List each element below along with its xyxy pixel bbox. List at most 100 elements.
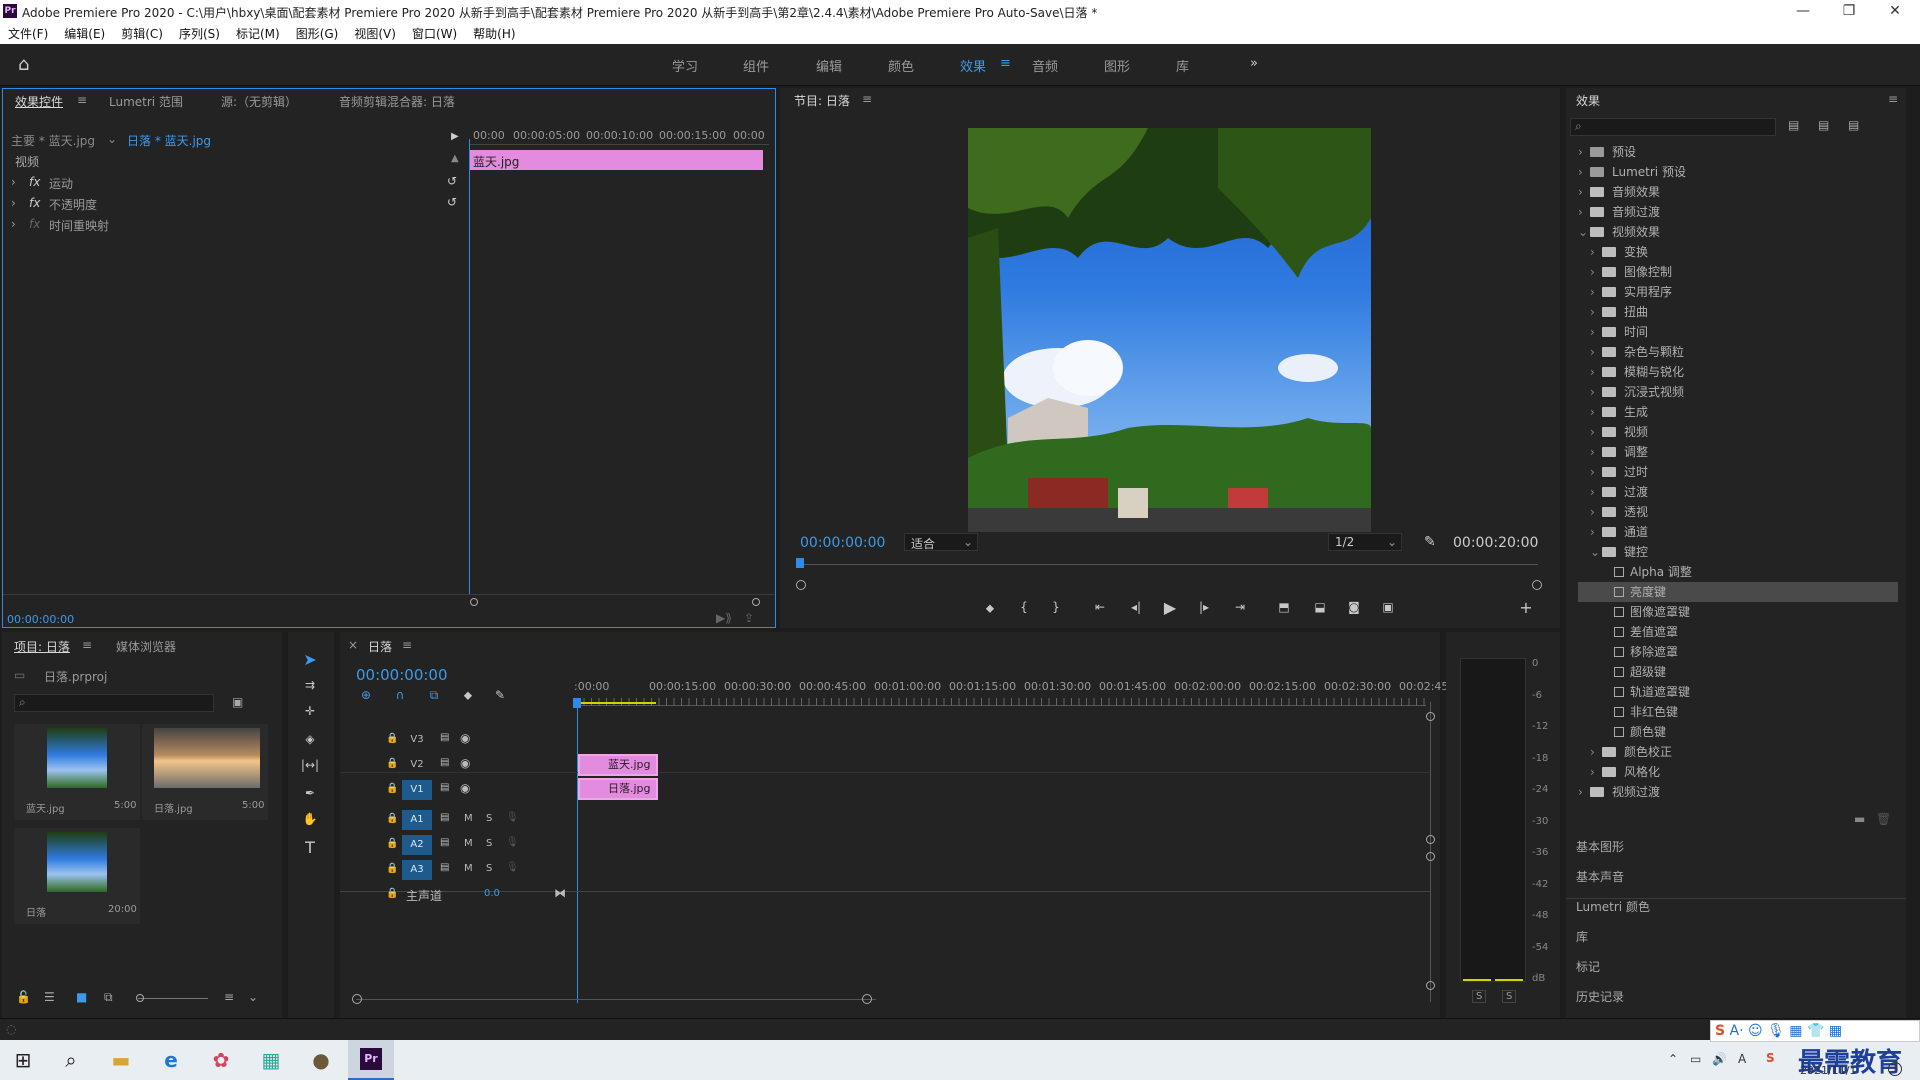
panel-essential-sound[interactable]: 基本声音 [1576, 868, 1624, 885]
expand-arrow-icon[interactable]: › [1590, 442, 1602, 462]
timeline-timecode[interactable]: 00:00:00:00 [356, 666, 448, 684]
expand-arrow-icon[interactable]: › [1590, 342, 1602, 362]
expand-arrow-icon[interactable]: › [11, 175, 16, 189]
horizontal-scrollbar[interactable] [356, 999, 876, 1000]
effects-tree-item[interactable]: 图像遮罩键 [1578, 602, 1898, 622]
program-title[interactable]: 节目: 日落 [794, 92, 850, 109]
extract-icon[interactable]: ⬓ [1310, 600, 1330, 614]
effects-tree-item[interactable]: › 实用程序 [1578, 282, 1898, 302]
sync-lock-icon[interactable]: ▤ [440, 782, 449, 793]
list-view-icon[interactable]: ☰ [44, 990, 55, 1004]
workspace-effects[interactable]: 效果 [960, 56, 986, 75]
effects-tree-item[interactable]: › 视频 [1578, 422, 1898, 442]
workspace-color[interactable]: 颜色 [888, 56, 914, 75]
effects-tree-item[interactable]: › 沉浸式视频 [1578, 382, 1898, 402]
effects-tree-item[interactable]: 亮度键 [1578, 582, 1898, 602]
volume-icon[interactable]: 🔊 [1712, 1052, 1727, 1066]
sogou-ime-icon[interactable]: S [1715, 1023, 1725, 1039]
selection-tool-icon[interactable]: ➤ [300, 650, 320, 669]
search-icon[interactable]: ⌕ [48, 1040, 94, 1080]
zoom-handle-icon[interactable] [752, 598, 760, 606]
notification-count[interactable]: 3 [1888, 1062, 1902, 1076]
lift-icon[interactable]: ⬒ [1274, 600, 1294, 614]
solo-button[interactable]: S [486, 863, 492, 874]
expand-arrow-icon[interactable]: › [1590, 382, 1602, 402]
eye-icon[interactable]: ◉ [460, 781, 470, 795]
tab-audio-clip-mixer[interactable]: 音频剪辑混合器: 日落 [339, 93, 455, 110]
expand-arrow-icon[interactable]: › [1578, 202, 1590, 222]
snap-icon[interactable]: ∩ [390, 688, 410, 702]
app-icon[interactable]: ✿ [198, 1040, 244, 1080]
app-icon[interactable]: ● [298, 1040, 344, 1080]
panel-essential-graphics[interactable]: 基本图形 [1576, 838, 1624, 855]
program-video-frame[interactable] [968, 128, 1371, 532]
effects-tree-item[interactable]: 超级键 [1578, 662, 1898, 682]
mark-out-icon[interactable]: } [1046, 600, 1066, 614]
taskbar-date[interactable]: 2021/11/1 [1800, 1064, 1856, 1077]
scroll-handle-icon[interactable] [1426, 835, 1435, 844]
delete-icon[interactable]: 🗑 [1876, 812, 1891, 826]
effects-tree-item[interactable]: › 过时 [1578, 462, 1898, 482]
new-bin-icon[interactable]: ▣ [232, 695, 243, 709]
expand-arrow-icon[interactable]: › [1578, 782, 1590, 802]
panel-menu-icon[interactable]: ≡ [402, 638, 412, 652]
timeline-title[interactable]: 日落 [368, 638, 392, 655]
track-lock-icon[interactable]: 🔒 [386, 758, 398, 769]
master-value[interactable]: 0.0 [484, 888, 500, 899]
mic-icon[interactable]: 🎙 [506, 862, 519, 873]
solo-button[interactable]: S [486, 838, 492, 849]
effects-tree-item[interactable]: › 颜色校正 [1578, 742, 1898, 762]
workspace-graphics[interactable]: 图形 [1104, 56, 1130, 75]
expand-arrow-icon[interactable]: › [1590, 242, 1602, 262]
timeline-playhead[interactable] [577, 698, 578, 1003]
solo-button[interactable]: S [486, 813, 492, 824]
panel-history[interactable]: 历史记录 [1576, 988, 1624, 1005]
track-label[interactable]: A1 [402, 810, 432, 830]
windows-start-icon[interactable]: ⊞ [0, 1040, 46, 1080]
panel-menu-icon[interactable]: ≡ [862, 92, 872, 106]
sync-lock-icon[interactable]: ▤ [440, 812, 449, 823]
tab-menu-icon[interactable]: ≡ [77, 93, 87, 107]
expand-arrow-icon[interactable]: › [1590, 742, 1602, 762]
play-icon[interactable]: ▶ [1160, 598, 1180, 617]
effects-tree-item[interactable]: › 音频过渡 [1578, 202, 1898, 222]
project-search-input[interactable]: ⌕ [14, 694, 214, 712]
resolution-dropdown[interactable]: 1/2 ⌄ [1328, 533, 1402, 551]
scroll-handle-icon[interactable] [1426, 852, 1435, 861]
track-lock-icon[interactable]: 🔒 [386, 783, 398, 794]
effects-tree-item[interactable]: › 杂色与颗粒 [1578, 342, 1898, 362]
audio-output-icon[interactable]: ▶⟫ [716, 611, 732, 625]
effects-tree-item[interactable]: › 过渡 [1578, 482, 1898, 502]
mic-icon[interactable]: 🎙 [506, 837, 519, 848]
expand-arrow-icon[interactable]: › [11, 217, 16, 231]
tab-source[interactable]: 源:（无剪辑） [221, 93, 297, 110]
lock-icon[interactable]: 🔓 [16, 990, 31, 1004]
sogou-tray-icon[interactable]: S [1766, 1051, 1775, 1065]
effect-row-opacity[interactable]: › fx 不透明度 ↺ [9, 194, 465, 214]
close-tab-icon[interactable]: × [348, 638, 358, 652]
track-lock-icon[interactable]: 🔒 [386, 863, 398, 874]
track-lock-icon[interactable]: 🔒 [386, 733, 398, 744]
effects-search-input[interactable]: ⌕ [1570, 118, 1776, 136]
effect-row-motion[interactable]: › fx 运动 ↺ [9, 173, 465, 193]
expand-arrow-icon[interactable]: › [11, 196, 16, 210]
effect-timecode[interactable]: 00:00:00:00 [7, 613, 74, 626]
yuv-effects-icon[interactable]: ▤ [1848, 118, 1859, 132]
workspace-menu-icon[interactable]: ≡ [1000, 56, 1011, 71]
effects-tree-item[interactable]: 差值遮罩 [1578, 622, 1898, 642]
show-hidden-icons-icon[interactable]: ⌃ [1668, 1052, 1678, 1066]
panel-markers[interactable]: 标记 [1576, 958, 1600, 975]
mute-button[interactable]: M [464, 813, 473, 824]
master-clip-label[interactable]: 主要 * 蓝天.jpg [11, 132, 95, 149]
input-method-icon[interactable]: A [1738, 1052, 1746, 1066]
effects-tree-item[interactable]: › 模糊与锐化 [1578, 362, 1898, 382]
effects-tree-item[interactable]: 非红色键 [1578, 702, 1898, 722]
menu-help[interactable]: 帮助(H) [465, 24, 523, 44]
expand-arrow-icon[interactable]: › [1590, 462, 1602, 482]
menu-sequence[interactable]: 序列(S) [171, 24, 228, 44]
sort-icon[interactable]: ≡ [224, 990, 234, 1004]
track-label[interactable]: A2 [402, 835, 432, 855]
file-explorer-icon[interactable]: ▬ [98, 1040, 144, 1080]
freeform-view-icon[interactable]: ⧉ [104, 990, 113, 1005]
effects-tree-item[interactable]: › Lumetri 预设 [1578, 162, 1898, 182]
